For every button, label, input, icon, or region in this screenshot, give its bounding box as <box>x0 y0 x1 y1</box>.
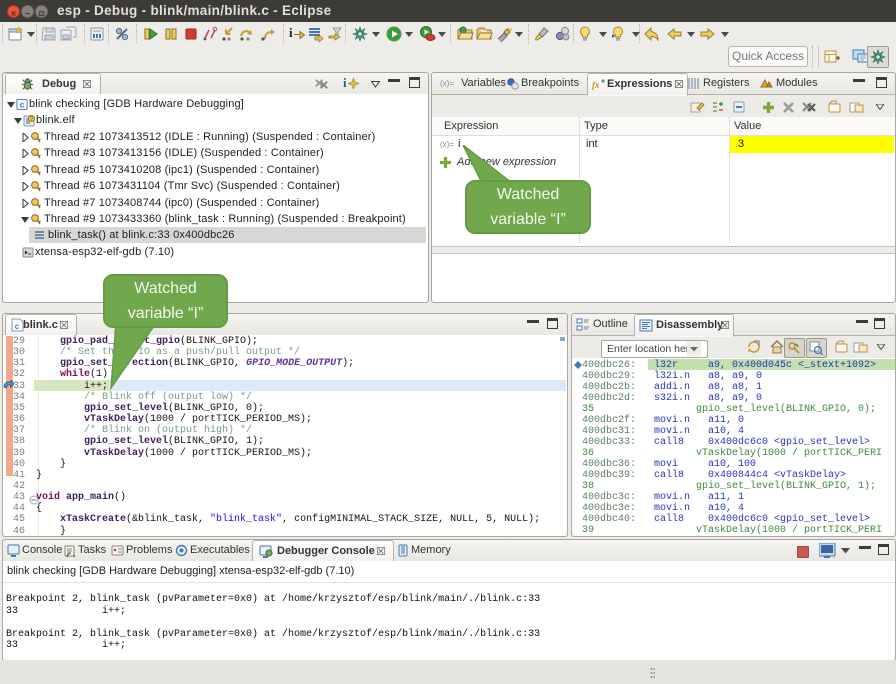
svg-text:c: c <box>20 100 25 110</box>
svg-text:c: c <box>15 322 20 331</box>
svg-text:fx: fx <box>592 80 600 90</box>
svg-text:(x)=: (x)= <box>440 79 454 88</box>
svg-text:(x)=: (x)= <box>440 140 454 149</box>
